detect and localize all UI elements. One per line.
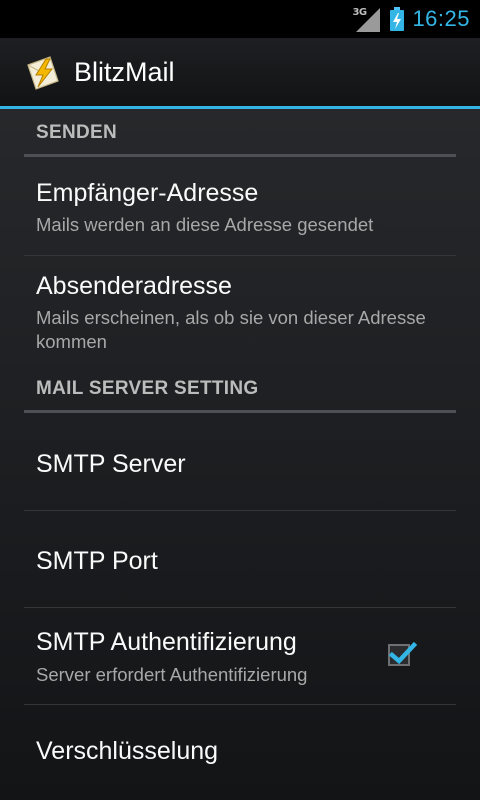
pref-empfaenger-adresse[interactable]: Empfänger-Adresse Mails werden an diese … — [24, 159, 456, 255]
auth-checkbox[interactable] — [388, 641, 418, 666]
pref-title: SMTP Server — [36, 450, 186, 478]
pref-smtp-port[interactable]: SMTP Port — [24, 511, 456, 607]
pref-summary: Mails werden an diese Adresse gesendet — [36, 214, 374, 235]
section-header-label: MAIL SERVER SETTING — [36, 378, 259, 399]
pref-title: Verschlüsselung — [36, 737, 219, 765]
status-clock: 16:25 — [412, 6, 470, 31]
action-bar: BlitzMail — [0, 38, 480, 109]
status-icons: 3G 16:25 — [352, 0, 470, 38]
section-header-mail-server-setting: MAIL SERVER SETTING — [24, 365, 456, 413]
signal-icon: 3G — [352, 4, 382, 34]
pref-smtp-authentifizierung[interactable]: SMTP Authentifizierung Server erfordert … — [24, 608, 456, 704]
lightning-mail-icon[interactable] — [24, 53, 62, 91]
section-header-senden: SENDEN — [24, 109, 456, 157]
pref-verschluesselung[interactable]: Verschlüsselung — [24, 705, 456, 800]
app-title: BlitzMail — [74, 56, 175, 87]
pref-summary: Mails erscheinen, als ob sie von dieser … — [36, 307, 426, 352]
pref-summary: Server erfordert Authentifizierung — [36, 664, 308, 685]
pref-title: SMTP Port — [36, 547, 158, 575]
status-bar: 3G 16:25 — [0, 0, 480, 38]
pref-title: Empfänger-Adresse — [36, 179, 259, 207]
battery-charging-icon — [390, 7, 405, 31]
section-header-label: SENDEN — [36, 122, 117, 143]
network-type-label: 3G — [352, 7, 367, 18]
pref-smtp-server[interactable]: SMTP Server — [24, 414, 456, 510]
pref-title: SMTP Authentifizierung — [36, 628, 297, 656]
checkmark-icon — [388, 641, 418, 665]
pref-absenderadresse[interactable]: Absenderadresse Mails erscheinen, als ob… — [24, 256, 456, 368]
pref-title: Absenderadresse — [36, 272, 232, 300]
preferences-list: SENDEN Empfänger-Adresse Mails werden an… — [0, 109, 480, 800]
